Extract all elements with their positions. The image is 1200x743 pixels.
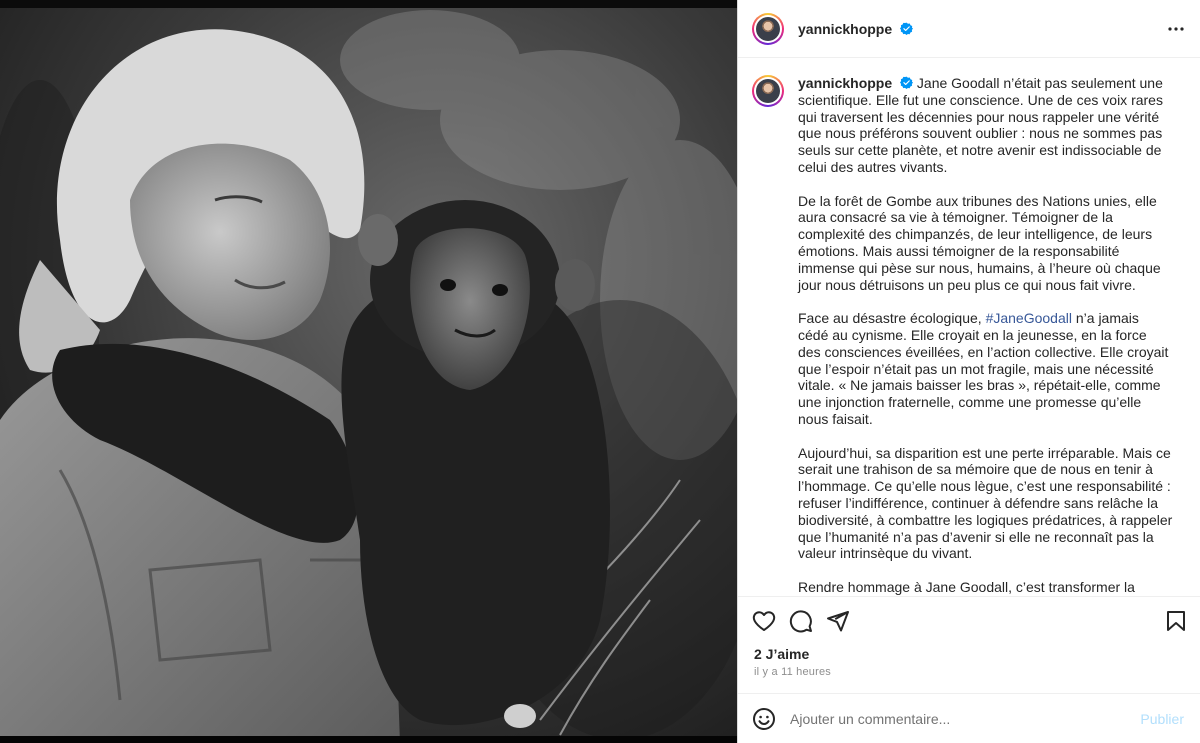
- caption-paragraph-1: yannickhoppe Jane Goodall n’était pas se…: [798, 75, 1173, 176]
- action-bar: [738, 596, 1200, 644]
- heart-icon[interactable]: [752, 609, 776, 633]
- verified-badge-icon: [900, 22, 914, 35]
- caption-row: yannickhoppe Jane Goodall n’était pas se…: [752, 75, 1186, 596]
- paper-plane-icon[interactable]: [826, 609, 850, 633]
- caption-area[interactable]: yannickhoppe Jane Goodall n’était pas se…: [738, 59, 1200, 596]
- caption-paragraph-4: Aujourd’hui, sa disparition est une pert…: [798, 445, 1173, 563]
- caption-paragraph-3-text-a: Face au désastre écologique,: [798, 310, 986, 327]
- caption-author-avatar[interactable]: [752, 75, 784, 107]
- caption-username[interactable]: yannickhoppe: [798, 75, 892, 91]
- post-header: yannickhoppe: [738, 0, 1200, 58]
- caption-paragraph-5: Rendre hommage à Jane Goodall, c’est tra…: [798, 579, 1173, 596]
- caption-paragraph-5-text: Rendre hommage à Jane Goodall, c’est tra…: [798, 578, 1151, 596]
- comment-input[interactable]: [790, 710, 1141, 727]
- post-photo[interactable]: [0, 0, 737, 743]
- author-username[interactable]: yannickhoppe: [798, 21, 914, 37]
- post-image-graphic: [0, 0, 737, 743]
- author-username-text[interactable]: yannickhoppe: [798, 21, 892, 37]
- comment-bubble-icon[interactable]: [789, 609, 813, 633]
- caption-paragraph-3-text-b: n’a jamais cédé au cynisme. Elle croyait…: [798, 310, 1169, 427]
- caption-paragraph-2: De la forêt de Gombe aux tribunes des Na…: [798, 193, 1173, 294]
- bookmark-icon[interactable]: [1164, 609, 1188, 633]
- more-options-icon: [1168, 26, 1184, 31]
- caption-paragraph-3: Face au désastre écologique, #JaneGoodal…: [798, 310, 1173, 428]
- publish-button[interactable]: Publier: [1140, 711, 1184, 727]
- emoji-smiley-icon[interactable]: [752, 707, 776, 731]
- post-panel: yannickhoppe yannickhoppe Jane Goodall n…: [737, 0, 1200, 743]
- hashtag-link[interactable]: #JaneGoodall: [986, 310, 1072, 326]
- author-avatar[interactable]: [752, 12, 784, 45]
- photo-bottom-edge: [0, 736, 737, 743]
- caption-paragraph-2-text: De la forêt de Gombe aux tribunes des Na…: [798, 192, 1161, 293]
- more-options-button[interactable]: [1164, 17, 1188, 41]
- verified-badge-icon: [900, 76, 914, 89]
- likes-count[interactable]: 2 J’aime: [754, 646, 809, 662]
- post-timestamp[interactable]: il y a 11 heures: [754, 666, 831, 678]
- caption-paragraph-4-text: Aujourd’hui, sa disparition est une pert…: [798, 444, 1173, 562]
- comment-bar: Publier: [738, 693, 1200, 743]
- caption-text: yannickhoppe Jane Goodall n’était pas se…: [798, 75, 1173, 596]
